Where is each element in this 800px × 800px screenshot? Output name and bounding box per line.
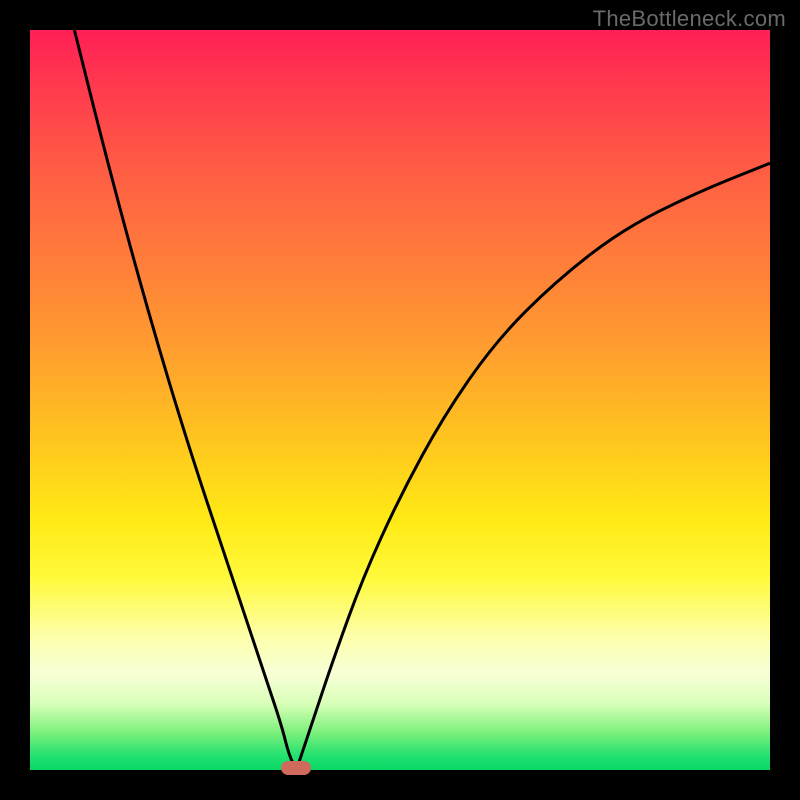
plot-area (30, 30, 770, 770)
outer-frame: TheBottleneck.com (0, 0, 800, 800)
optimum-marker (281, 761, 311, 775)
curve-right-branch (296, 163, 770, 770)
bottleneck-curve (30, 30, 770, 770)
watermark-text: TheBottleneck.com (593, 6, 786, 32)
curve-left-branch (74, 30, 296, 770)
